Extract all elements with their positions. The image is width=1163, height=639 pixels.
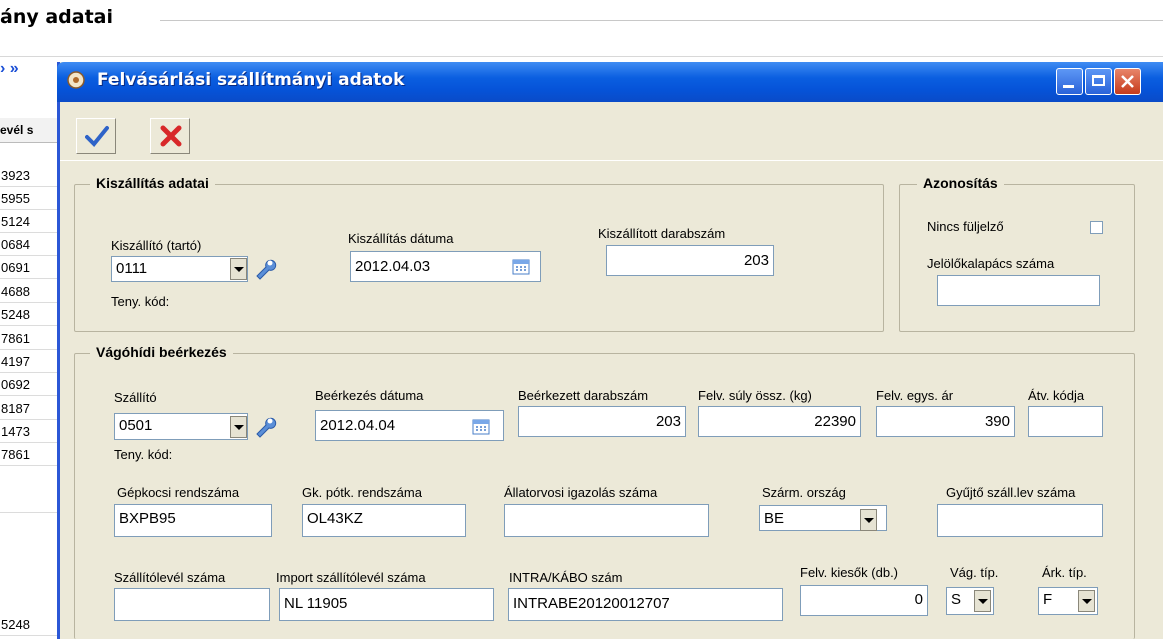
maximize-button[interactable] bbox=[1085, 68, 1112, 95]
count-field[interactable]: 203 bbox=[606, 245, 774, 276]
grid-row[interactable]: 0684 bbox=[0, 233, 57, 256]
grid-row[interactable]: 5248 bbox=[0, 303, 57, 326]
collector-field[interactable] bbox=[937, 504, 1103, 537]
supplier-dropdown-button[interactable] bbox=[230, 258, 247, 280]
title-divider bbox=[160, 20, 1163, 21]
grid-row[interactable]: 0691 bbox=[0, 256, 57, 279]
plate-field[interactable]: BXPB95 bbox=[114, 504, 272, 537]
teny-kod-label-2: Teny. kód: bbox=[114, 447, 173, 462]
toolbar-divider bbox=[0, 56, 1163, 57]
close-button[interactable] bbox=[1114, 68, 1141, 95]
no-earmark-label: Nincs füljelző bbox=[927, 219, 1004, 234]
szallito-label: Szállító bbox=[114, 390, 157, 405]
grid-row[interactable]: 5124 bbox=[0, 210, 57, 233]
count-label: Kiszállított darabszám bbox=[598, 226, 726, 241]
app-icon bbox=[67, 71, 85, 89]
background-window-title: ány adatai bbox=[0, 6, 114, 28]
country-label: Szárm. ország bbox=[762, 485, 846, 500]
atv-code-label: Átv. kódja bbox=[1028, 388, 1085, 403]
grid-row[interactable]: 8187 bbox=[0, 397, 57, 420]
grid-row[interactable]: 5955 bbox=[0, 187, 57, 210]
slaughter-type-dropdown-button[interactable] bbox=[974, 590, 991, 612]
grid-column-header[interactable]: evél s bbox=[0, 118, 57, 143]
date-label: Kiszállítás dátuma bbox=[348, 231, 454, 246]
grid-row[interactable]: 7861 bbox=[0, 327, 57, 350]
intra-field[interactable]: INTRABE20120012707 bbox=[508, 588, 783, 621]
hammer-label: Jelölőkalapács száma bbox=[927, 256, 1055, 271]
collector-label: Gyűjtő száll.lev száma bbox=[946, 485, 1076, 500]
toolbar-separator bbox=[60, 160, 1163, 161]
weight-field[interactable]: 22390 bbox=[698, 406, 861, 437]
vet-field[interactable] bbox=[504, 504, 709, 537]
wrench-icon[interactable] bbox=[253, 256, 277, 280]
grid-row[interactable] bbox=[0, 490, 57, 513]
grid-row[interactable]: 0692 bbox=[0, 373, 57, 396]
country-dropdown-button[interactable] bbox=[860, 509, 877, 531]
grid-row[interactable]: 5248 bbox=[0, 613, 57, 636]
trailer-field[interactable]: OL43KZ bbox=[302, 504, 466, 537]
grid-row[interactable]: 1473 bbox=[0, 420, 57, 443]
szallito-combo[interactable]: 0501 bbox=[114, 413, 248, 440]
waybill-field[interactable] bbox=[114, 588, 270, 621]
supplier-label: Kiszállító (tartó) bbox=[111, 238, 202, 253]
price-type-label: Árk. típ. bbox=[1042, 565, 1087, 580]
hammer-field[interactable] bbox=[937, 275, 1100, 306]
calendar-icon[interactable] bbox=[472, 417, 490, 435]
minimize-icon bbox=[1063, 85, 1074, 88]
szallito-dropdown-button[interactable] bbox=[230, 416, 247, 438]
weight-label: Felv. súly össz. (kg) bbox=[698, 388, 812, 403]
no-earmark-checkbox[interactable] bbox=[1090, 221, 1103, 234]
price-type-dropdown-button[interactable] bbox=[1078, 590, 1095, 612]
maximize-icon bbox=[1092, 75, 1105, 86]
import-waybill-label: Import szállítólevél száma bbox=[276, 570, 426, 585]
grid-row[interactable]: 4688 bbox=[0, 280, 57, 303]
waybill-label: Szállítólevél száma bbox=[114, 570, 226, 585]
cancel-button[interactable] bbox=[150, 118, 190, 154]
checkmark-icon bbox=[85, 126, 109, 147]
vet-label: Állatorvosi igazolás száma bbox=[504, 485, 658, 500]
dialog-title: Felvásárlási szállítmányi adatok bbox=[97, 70, 405, 90]
kiszallitas-legend: Kiszállítás adatai bbox=[90, 175, 215, 191]
grid-row[interactable]: 4197 bbox=[0, 350, 57, 373]
wrench-icon[interactable] bbox=[253, 414, 277, 438]
close-icon bbox=[1121, 75, 1134, 88]
plate-label: Gépkocsi rendszáma bbox=[117, 485, 240, 500]
dropout-field[interactable]: 0 bbox=[800, 585, 928, 616]
arrival-date-label: Beérkezés dátuma bbox=[315, 388, 424, 403]
intra-label: INTRA/KÁBO szám bbox=[509, 570, 623, 585]
grid-row[interactable]: 7861 bbox=[0, 443, 57, 466]
atv-code-field[interactable] bbox=[1028, 406, 1103, 437]
vagohid-legend: Vágóhídi beérkezés bbox=[90, 344, 233, 360]
calendar-icon[interactable] bbox=[512, 257, 530, 275]
nav-arrows-icon[interactable]: › » bbox=[0, 60, 19, 78]
unit-price-field[interactable]: 390 bbox=[876, 406, 1015, 437]
red-x-icon bbox=[160, 125, 182, 147]
azonositas-legend: Azonosítás bbox=[917, 175, 1004, 191]
import-waybill-field[interactable]: NL 11905 bbox=[279, 588, 494, 621]
arrived-count-label: Beérkezett darabszám bbox=[518, 388, 649, 403]
arrived-count-field[interactable]: 203 bbox=[518, 406, 686, 437]
minimize-button[interactable] bbox=[1056, 68, 1083, 95]
slaughter-type-label: Vág. típ. bbox=[950, 565, 999, 580]
unit-price-label: Felv. egys. ár bbox=[876, 388, 954, 403]
supplier-combo[interactable]: 0111 bbox=[111, 256, 248, 282]
ok-button[interactable] bbox=[76, 118, 116, 154]
teny-kod-label: Teny. kód: bbox=[111, 294, 170, 309]
trailer-label: Gk. pótk. rendszáma bbox=[302, 485, 422, 500]
grid-row[interactable]: 3923 bbox=[0, 164, 57, 187]
dropout-label: Felv. kiesők (db.) bbox=[800, 565, 899, 580]
